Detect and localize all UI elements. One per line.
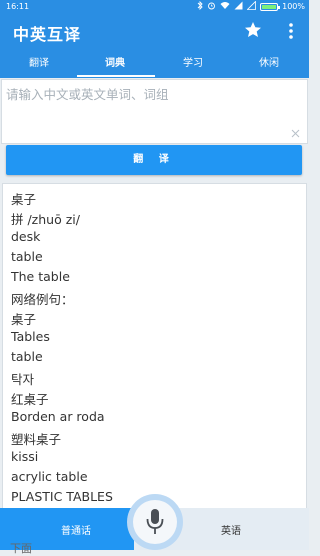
language-left-label: 普通话 xyxy=(61,526,91,537)
wifi-icon xyxy=(220,1,230,12)
tab-study[interactable]: 学习 xyxy=(155,50,231,78)
tab-leisure[interactable]: 休闲 xyxy=(231,50,307,78)
result-line: desk xyxy=(11,229,41,244)
more-vert-icon[interactable] xyxy=(285,21,297,41)
result-line: kissi xyxy=(11,449,39,464)
result-line: 网络例句： xyxy=(11,292,74,307)
microphone-button-inner[interactable] xyxy=(133,500,177,544)
language-right-label: 英语 xyxy=(221,526,241,537)
result-line: 塑料桌子 xyxy=(11,432,62,447)
tab-bar: 翻译 词典 学习 休闲 xyxy=(0,50,309,78)
partial-text: 下面 xyxy=(10,542,32,555)
battery-icon xyxy=(260,2,281,11)
result-line: 拼 /zhuō zi/ xyxy=(11,212,80,227)
battery-percent: 100% xyxy=(282,2,305,11)
bluetooth-icon xyxy=(197,0,203,12)
result-panel: 桌子 拼 /zhuō zi/ desk table The table 网络例句… xyxy=(2,183,307,510)
signal-icon xyxy=(234,1,243,12)
app-bar: 中英互译 xyxy=(0,14,309,50)
close-icon[interactable] xyxy=(291,123,300,138)
microphone-button[interactable] xyxy=(127,494,183,550)
result-line: The table xyxy=(11,269,70,284)
app-title: 中英互译 xyxy=(13,25,82,44)
result-line: table xyxy=(11,349,43,364)
language-right-button[interactable]: 英语 xyxy=(176,508,309,550)
signal-icon xyxy=(246,0,257,12)
tab-dictionary[interactable]: 词典 xyxy=(77,50,153,78)
alarm-icon xyxy=(207,1,216,12)
tab-indicator xyxy=(77,75,155,77)
star-icon[interactable] xyxy=(243,20,263,40)
input-placeholder: 请输入中文或英文单词、词组 xyxy=(6,87,169,102)
result-line: acrylic table xyxy=(11,469,88,484)
status-icons: 100% xyxy=(197,0,305,12)
status-bar: 16:11 100% xyxy=(0,0,309,14)
result-line: Borden ar roda xyxy=(11,409,105,424)
result-line: 桌子 xyxy=(11,192,37,207)
tab-translate[interactable]: 翻译 xyxy=(1,50,77,78)
result-line: Tables xyxy=(11,329,50,344)
result-line: 红桌子 xyxy=(11,392,49,407)
result-line: 桌子 xyxy=(11,312,37,327)
status-time: 16:11 xyxy=(6,2,30,11)
result-line: table xyxy=(11,249,43,264)
result-line: PLASTIC TABLES xyxy=(11,489,113,504)
result-line: 탁자 xyxy=(11,372,35,387)
translate-button[interactable]: 翻 译 xyxy=(6,145,302,175)
search-input[interactable]: 请输入中文或英文单词、词组 xyxy=(1,79,308,144)
